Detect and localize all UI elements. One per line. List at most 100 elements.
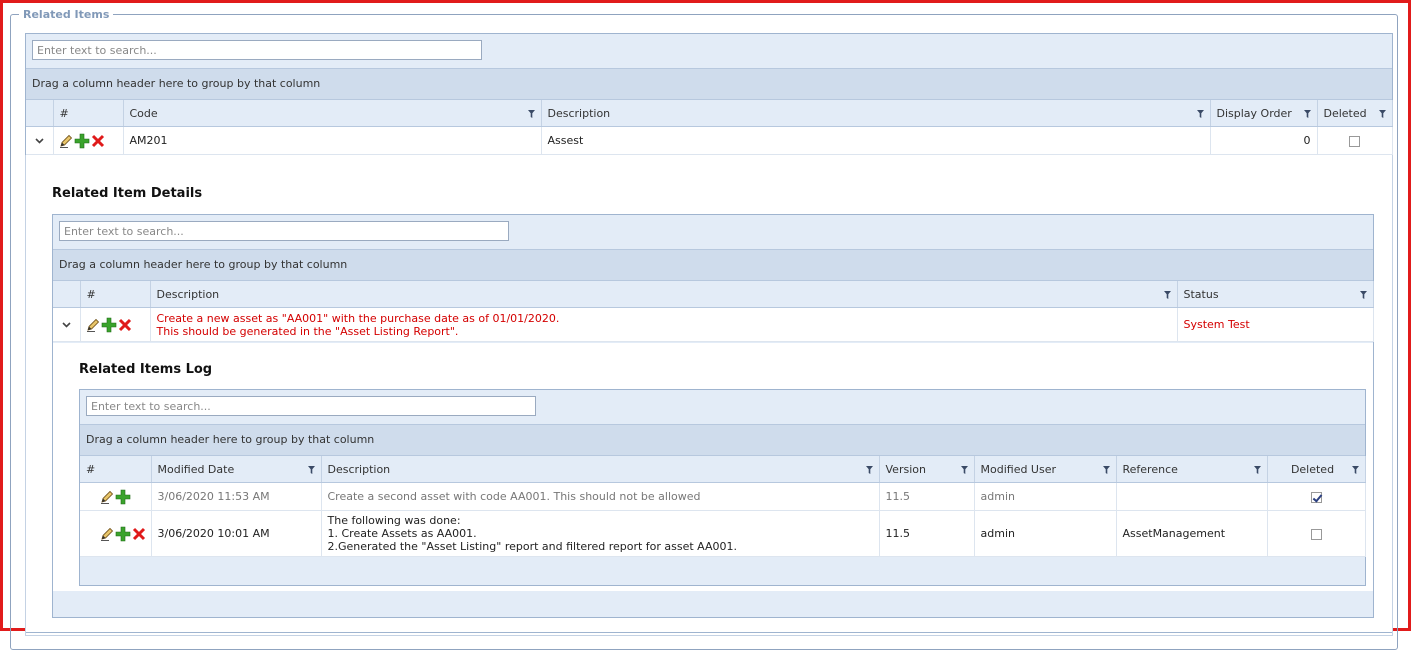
edit-button[interactable] (99, 489, 115, 505)
collapse-toggle[interactable] (53, 307, 81, 342)
column-header-description[interactable]: Description (150, 281, 1178, 308)
column-header-modified-date[interactable]: Modified Date (151, 456, 322, 483)
add-button[interactable] (101, 317, 117, 333)
column-header-status[interactable]: Status (1177, 281, 1374, 308)
row-actions (80, 510, 152, 557)
cell-version: 11.5 (879, 482, 975, 511)
expander-header (26, 100, 54, 127)
chevron-down-icon (62, 322, 71, 328)
group-panel[interactable]: Drag a column header here to group by th… (80, 425, 1365, 456)
table-row[interactable]: AM201 Assest 0 (26, 126, 1393, 155)
related-items-legend: Related Items (23, 8, 110, 21)
pencil-icon (100, 490, 113, 504)
header-label: Modified User (980, 462, 1057, 476)
group-panel[interactable]: Drag a column header here to group by th… (26, 69, 1392, 100)
add-button[interactable] (115, 526, 131, 542)
delete-button[interactable] (90, 133, 106, 149)
search-bar (26, 34, 1392, 69)
filter-icon[interactable] (1303, 107, 1311, 120)
search-input[interactable] (86, 396, 536, 416)
filter-icon[interactable] (1163, 288, 1171, 301)
row-actions (80, 307, 151, 342)
plus-icon (115, 526, 130, 541)
pencil-icon (100, 527, 113, 541)
edit-button[interactable] (58, 133, 74, 149)
column-header-version[interactable]: Version (879, 456, 975, 483)
column-header-index[interactable]: # (53, 100, 124, 127)
cell-modified-date: 3/06/2020 10:01 AM (151, 510, 322, 557)
header-row: # Description Status (53, 281, 1374, 308)
search-input[interactable] (59, 221, 509, 241)
header-label: Deleted (1323, 106, 1367, 120)
close-icon (132, 527, 145, 540)
header-label: Modified Date (157, 462, 235, 476)
header-label: Description (547, 106, 611, 120)
column-header-deleted[interactable]: Deleted (1317, 100, 1393, 127)
add-button[interactable] (74, 133, 90, 149)
delete-button[interactable] (131, 526, 147, 542)
column-header-deleted[interactable]: Deleted (1267, 456, 1366, 483)
header-label: # (59, 106, 69, 120)
delete-button[interactable] (117, 317, 133, 333)
cell-reference: AssetManagement (1116, 510, 1268, 557)
close-icon (91, 134, 104, 147)
edit-button[interactable] (99, 526, 115, 542)
row-actions (80, 482, 152, 511)
cell-description: Create a new asset as "AA001" with the p… (150, 307, 1178, 342)
filter-icon[interactable] (307, 463, 315, 476)
column-header-reference[interactable]: Reference (1116, 456, 1268, 483)
cell-deleted (1267, 482, 1366, 511)
edit-button[interactable] (85, 317, 101, 333)
header-label: Status (1183, 287, 1219, 301)
filter-icon[interactable] (1378, 107, 1386, 120)
pencil-icon (86, 318, 99, 332)
header-label: # (86, 462, 96, 476)
filter-icon[interactable] (1351, 463, 1359, 476)
header-label: Deleted (1290, 462, 1335, 476)
cell-status: System Test (1177, 307, 1374, 342)
cell-description: Assest (541, 126, 1211, 155)
add-button[interactable] (115, 489, 131, 505)
cell-description: Create a second asset with code AA001. T… (321, 482, 880, 511)
cell-reference (1116, 482, 1268, 511)
header-row: # Code Description Display Order Deleted (26, 100, 1393, 127)
filter-icon[interactable] (527, 107, 535, 120)
table-row[interactable]: 3/06/2020 10:01 AM The following was don… (80, 510, 1366, 557)
search-bar (80, 390, 1365, 425)
table-row[interactable]: 3/06/2020 11:53 AM Create a second asset… (80, 482, 1366, 511)
deleted-checkbox[interactable] (1310, 528, 1322, 540)
cell-modified-user: admin (974, 510, 1117, 557)
filter-icon[interactable] (960, 463, 968, 476)
related-item-details-table: # Description Status Create a new asset … (53, 281, 1374, 342)
search-input[interactable] (32, 40, 482, 60)
group-panel[interactable]: Drag a column header here to group by th… (53, 250, 1373, 281)
filter-icon[interactable] (865, 463, 873, 476)
collapse-toggle[interactable] (26, 126, 54, 155)
plus-icon (74, 133, 89, 148)
related-item-details-title: Related Item Details (52, 186, 203, 201)
pencil-icon (59, 134, 72, 148)
column-header-description[interactable]: Description (321, 456, 880, 483)
related-items-table: # Code Description Display Order Deleted… (26, 100, 1393, 155)
column-header-display-order[interactable]: Display Order (1210, 100, 1318, 127)
cell-version: 11.5 (879, 510, 975, 557)
deleted-checkbox[interactable] (1349, 135, 1360, 147)
description-line: This should be generated in the "Asset L… (156, 324, 459, 338)
header-row: # Modified Date Description Version Modi… (80, 456, 1366, 483)
related-items-log-table: # Modified Date Description Version Modi… (80, 456, 1366, 557)
column-header-description[interactable]: Description (541, 100, 1211, 127)
filter-icon[interactable] (1359, 288, 1367, 301)
description-line: 1. Create Assets as AA001. (327, 527, 477, 540)
filter-icon[interactable] (1253, 463, 1261, 476)
description-line: 2.Generated the "Asset Listing" report a… (327, 540, 738, 553)
related-items-log-title: Related Items Log (79, 362, 213, 377)
column-header-index[interactable]: # (80, 281, 151, 308)
deleted-checkbox[interactable] (1310, 491, 1322, 503)
filter-icon[interactable] (1196, 107, 1204, 120)
table-row[interactable]: Create a new asset as "AA001" with the p… (53, 307, 1374, 342)
column-header-code[interactable]: Code (123, 100, 542, 127)
search-bar (53, 215, 1373, 250)
column-header-index[interactable]: # (80, 456, 152, 483)
column-header-modified-user[interactable]: Modified User (974, 456, 1117, 483)
filter-icon[interactable] (1102, 463, 1110, 476)
